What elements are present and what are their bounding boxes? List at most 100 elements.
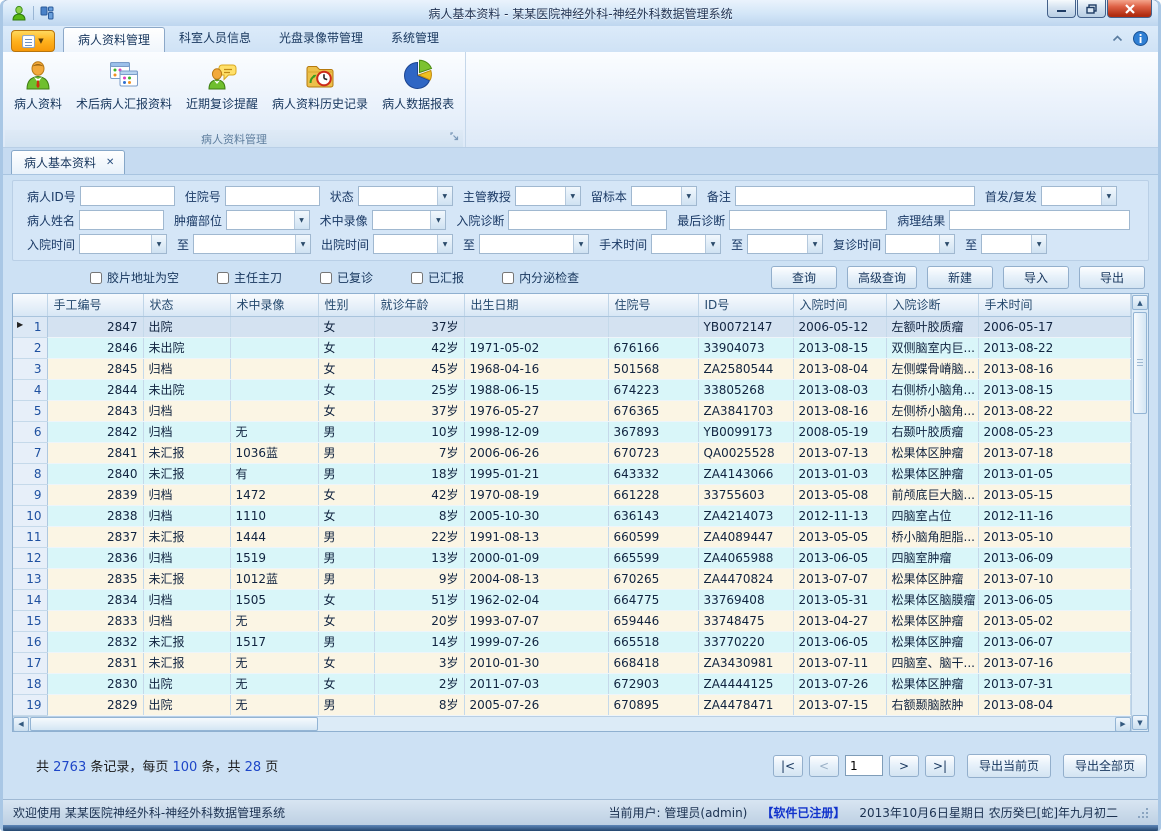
table-cell[interactable]: 桥小脑角胆脂... <box>886 526 978 547</box>
row-header-cell[interactable]: ▶1 <box>13 316 47 337</box>
chevron-down-icon[interactable]: ▼ <box>705 235 720 253</box>
chevron-down-icon[interactable]: ▼ <box>437 187 452 205</box>
row-header-cell[interactable]: 9 <box>13 484 47 505</box>
table-cell[interactable]: 1993-07-07 <box>464 610 608 631</box>
table-cell[interactable]: 2013-06-09 <box>978 547 1131 568</box>
scroll-down-icon[interactable]: ▼ <box>1132 715 1148 730</box>
table-cell[interactable] <box>230 337 318 358</box>
table-cell[interactable]: 2833 <box>47 610 143 631</box>
patient-info-button[interactable]: 病人资料 <box>7 56 69 114</box>
status-combo[interactable]: ▼ <box>358 186 453 206</box>
table-cell[interactable]: 2010-01-30 <box>464 652 608 673</box>
table-cell[interactable]: 2838 <box>47 505 143 526</box>
table-cell[interactable]: 女 <box>318 610 374 631</box>
table-row[interactable]: ▶12847出院女37岁YB00721472006-05-12左额叶胶质瘤200… <box>13 316 1131 337</box>
table-row[interactable]: 32845归档女45岁1968-04-16501568ZA25805442013… <box>13 358 1131 379</box>
table-cell[interactable]: 未汇报 <box>143 526 230 547</box>
table-row[interactable]: 42844未出院女25岁1988-06-15674223338052682013… <box>13 379 1131 400</box>
table-cell[interactable]: 女 <box>318 316 374 337</box>
chevron-down-icon[interactable]: ▼ <box>437 235 452 253</box>
column-header[interactable]: 就诊年龄 <box>374 294 464 316</box>
patient-name-input[interactable] <box>79 210 164 230</box>
table-cell[interactable]: 2013-07-31 <box>978 673 1131 694</box>
table-cell[interactable]: 2008-05-19 <box>793 421 886 442</box>
table-cell[interactable]: 男 <box>318 526 374 547</box>
chief-surgeon-checkbox[interactable]: 主任主刀 <box>217 269 282 286</box>
table-cell[interactable] <box>464 316 608 337</box>
row-header-cell[interactable]: 4 <box>13 379 47 400</box>
table-cell[interactable]: ZA4444125 <box>698 673 793 694</box>
table-cell[interactable]: ZA2580544 <box>698 358 793 379</box>
table-cell[interactable]: 2836 <box>47 547 143 568</box>
minimize-button[interactable] <box>1047 0 1076 18</box>
table-cell[interactable]: 2006-05-17 <box>978 316 1131 337</box>
table-cell[interactable]: 2840 <box>47 463 143 484</box>
first-page-button[interactable]: |< <box>773 755 803 777</box>
table-cell[interactable]: 女 <box>318 358 374 379</box>
column-header[interactable]: 状态 <box>143 294 230 316</box>
table-cell[interactable]: 14岁 <box>374 631 464 652</box>
table-cell[interactable]: 2013-05-05 <box>793 526 886 547</box>
discharge-date-to-combo[interactable]: ▼ <box>479 234 589 254</box>
table-row[interactable]: 152833归档无女20岁1993-07-0765944633748475201… <box>13 610 1131 631</box>
table-cell[interactable]: 1505 <box>230 589 318 610</box>
table-cell[interactable]: 松果体区肿瘤 <box>886 442 978 463</box>
surgery-date-from-combo[interactable]: ▼ <box>651 234 721 254</box>
row-header-cell[interactable]: 15 <box>13 610 47 631</box>
intraop-video-combo[interactable]: ▼ <box>372 210 447 230</box>
column-header[interactable]: 住院号 <box>608 294 698 316</box>
ribbon-tab-2[interactable]: 科室人员信息 <box>165 27 265 50</box>
table-cell[interactable] <box>608 316 698 337</box>
table-cell[interactable]: 2013-08-15 <box>978 379 1131 400</box>
table-cell[interactable]: 女 <box>318 379 374 400</box>
table-cell[interactable]: 左额叶胶质瘤 <box>886 316 978 337</box>
table-cell[interactable]: 男 <box>318 694 374 715</box>
table-cell[interactable]: 松果体区脑膜瘤 <box>886 589 978 610</box>
next-page-button[interactable]: > <box>889 755 919 777</box>
table-cell[interactable]: 男 <box>318 568 374 589</box>
table-cell[interactable]: 2830 <box>47 673 143 694</box>
row-header-cell[interactable]: 19 <box>13 694 47 715</box>
table-cell[interactable]: 42岁 <box>374 337 464 358</box>
table-cell[interactable]: YB0099173 <box>698 421 793 442</box>
table-row[interactable]: 52843归档女37岁1976-05-27676365ZA38417032013… <box>13 400 1131 421</box>
row-header-cell[interactable]: 16 <box>13 631 47 652</box>
table-cell[interactable]: 2013-07-07 <box>793 568 886 589</box>
table-cell[interactable]: 2013-07-10 <box>978 568 1131 589</box>
remark-input[interactable] <box>735 186 975 206</box>
table-cell[interactable]: 1968-04-16 <box>464 358 608 379</box>
table-cell[interactable]: 1517 <box>230 631 318 652</box>
table-cell[interactable]: QA0025528 <box>698 442 793 463</box>
table-row[interactable]: 82840未汇报有男18岁1995-01-21643332ZA414306620… <box>13 463 1131 484</box>
table-cell[interactable]: 367893 <box>608 421 698 442</box>
endocrine-exam-checkbox-box[interactable] <box>502 272 514 284</box>
table-cell[interactable]: 未出院 <box>143 379 230 400</box>
table-cell[interactable]: 归档 <box>143 421 230 442</box>
patient-id-input[interactable] <box>80 186 175 206</box>
table-cell[interactable]: 女 <box>318 484 374 505</box>
table-cell[interactable]: 1998-12-09 <box>464 421 608 442</box>
table-cell[interactable]: 右侧桥小脑角... <box>886 379 978 400</box>
column-header[interactable]: 手工编号 <box>47 294 143 316</box>
film-address-empty-checkbox[interactable]: 胶片地址为空 <box>90 269 179 286</box>
table-cell[interactable]: 2013-05-08 <box>793 484 886 505</box>
table-cell[interactable]: 643332 <box>608 463 698 484</box>
table-cell[interactable]: 668418 <box>608 652 698 673</box>
table-cell[interactable]: 无 <box>230 652 318 673</box>
table-cell[interactable]: 2011-07-03 <box>464 673 608 694</box>
chevron-down-icon[interactable]: ▼ <box>1101 187 1116 205</box>
table-cell[interactable]: 2013-06-05 <box>793 547 886 568</box>
table-cell[interactable]: ZA4214073 <box>698 505 793 526</box>
table-cell[interactable]: 2846 <box>47 337 143 358</box>
column-header[interactable]: 出生日期 <box>464 294 608 316</box>
followed-up-checkbox-box[interactable] <box>320 272 332 284</box>
table-cell[interactable]: 665599 <box>608 547 698 568</box>
table-cell[interactable]: 2013-05-02 <box>978 610 1131 631</box>
table-cell[interactable]: 1971-05-02 <box>464 337 608 358</box>
table-cell[interactable]: 有 <box>230 463 318 484</box>
table-cell[interactable]: 42岁 <box>374 484 464 505</box>
table-cell[interactable] <box>230 316 318 337</box>
table-cell[interactable]: 2013-04-27 <box>793 610 886 631</box>
table-cell[interactable]: 2013-08-15 <box>793 337 886 358</box>
table-cell[interactable]: 男 <box>318 463 374 484</box>
